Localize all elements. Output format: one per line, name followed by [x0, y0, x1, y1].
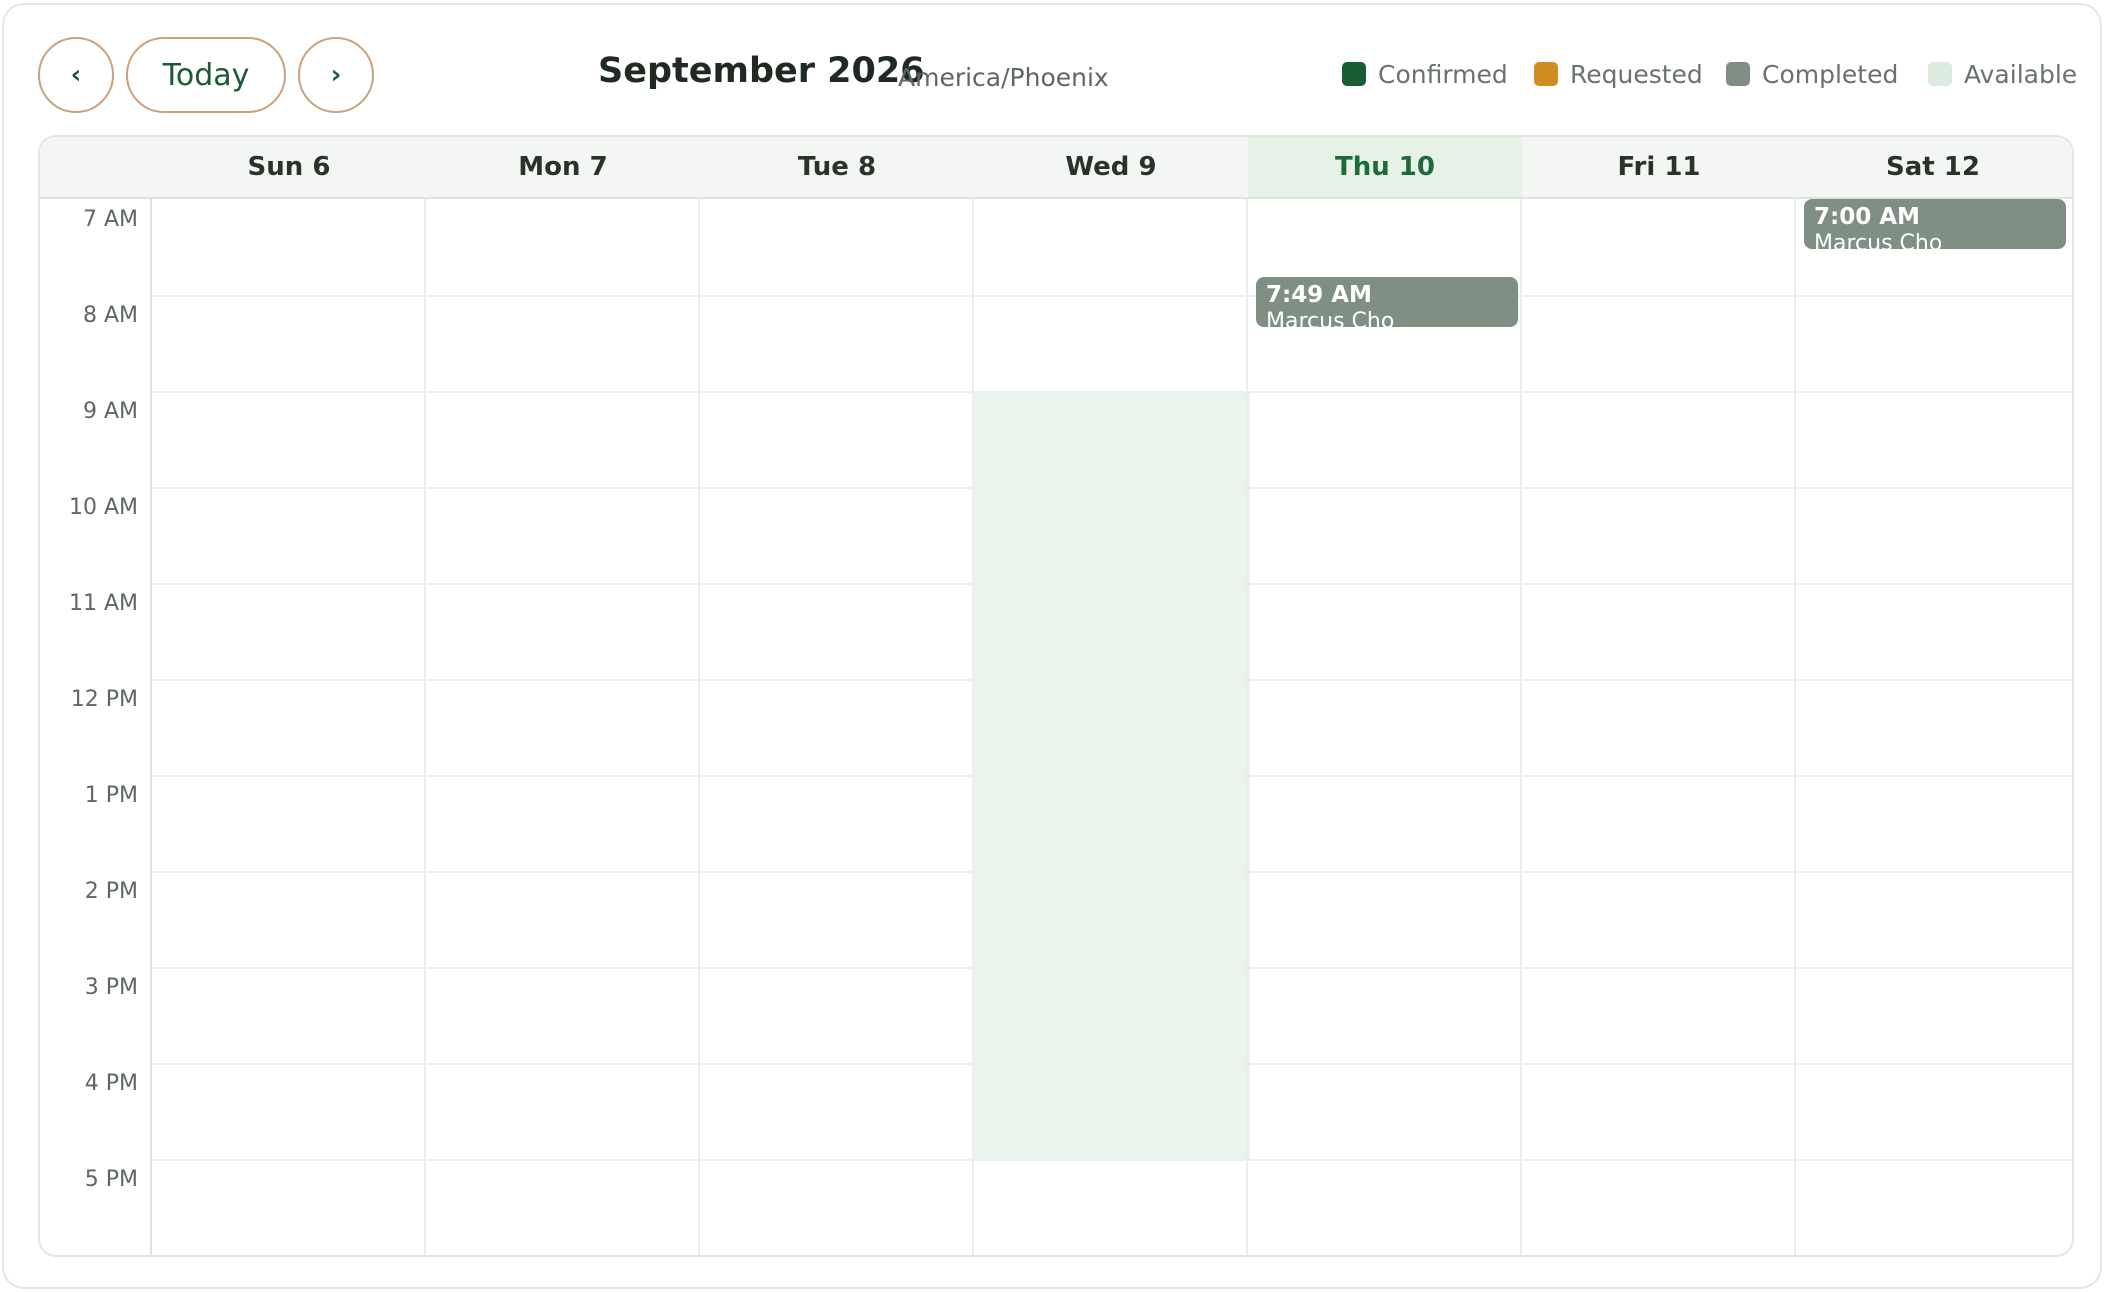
timezone-label: America/Phoenix [898, 63, 1109, 92]
hour-label: 12 PM [70, 687, 138, 712]
time-grid: 7 AM 8 AM 9 AM 10 AM 11 AM 12 PM 1 PM 2 PM 3 PM 4… [40, 199, 2072, 1255]
hour-label: 9 AM [82, 399, 138, 424]
hour-label: 2 PM [84, 879, 138, 904]
hour-divider [152, 871, 2072, 873]
hour-divider [152, 967, 2072, 969]
day-header-sat: Sat 12 [1886, 152, 1980, 182]
hour-divider [152, 775, 2072, 777]
day-header-tue: Tue 8 [797, 152, 877, 182]
day-column-sat[interactable] [1796, 199, 2070, 1255]
day-column-fri[interactable] [1522, 199, 1796, 1255]
hour-divider [152, 1063, 2072, 1065]
next-week-button[interactable]: › [298, 37, 374, 113]
day-header-mon: Mon 7 [518, 152, 608, 182]
day-column-tue[interactable] [700, 199, 974, 1255]
day-header-fri: Fri 11 [1617, 152, 1701, 182]
hour-divider [152, 487, 2072, 489]
hour-label: 7 AM [82, 207, 138, 232]
legend-confirmed-swatch [1342, 62, 1366, 86]
hour-label: 8 AM [82, 303, 138, 328]
calendar-title: September 2026 [598, 51, 925, 91]
appointment-event[interactable]: 7:49 AM Marcus Cho [1256, 277, 1518, 328]
appointment-event[interactable]: 7:00 AM Marcus Cho [1804, 199, 2066, 249]
legend-label: Requested [1570, 59, 1703, 89]
hour-divider [152, 679, 2072, 681]
event-time: 7:00 AM [1814, 204, 1920, 230]
event-client-name: Marcus Cho [1266, 309, 1395, 328]
hour-label: 11 AM [68, 591, 138, 616]
calendar-card: ‹ Today › September 2026 America/Phoenix… [2, 3, 2102, 1289]
day-column-thu[interactable] [1248, 199, 1522, 1255]
legend-completed-swatch [1726, 62, 1750, 86]
previous-week-button[interactable]: ‹ [38, 37, 114, 113]
hour-divider [152, 391, 2072, 393]
day-header-sun: Sun 6 [247, 152, 331, 182]
day-column-mon[interactable] [426, 199, 700, 1255]
legend-confirmed: Confirmed [1342, 59, 1508, 89]
hour-label: 5 PM [84, 1167, 138, 1192]
legend-available-swatch [1928, 62, 1952, 86]
day-header-thu: Thu 10 [1248, 137, 1522, 197]
time-gutter: 7 AM 8 AM 9 AM 10 AM 11 AM 12 PM 1 PM 2 PM 3 PM 4… [40, 199, 152, 1255]
hour-divider [152, 1159, 2072, 1161]
hour-label: 4 PM [84, 1071, 138, 1096]
day-header-row: Sun 6 Mon 7 Tue 8 Wed 9 Thu 10 Fri 11 Sa… [40, 137, 2072, 199]
legend-label: Completed [1762, 59, 1899, 89]
day-header-wed: Wed 9 [1065, 152, 1157, 182]
legend-available: Available [1928, 59, 2077, 89]
hour-divider [152, 583, 2072, 585]
event-time: 7:49 AM [1266, 282, 1372, 309]
day-column-wed[interactable] [974, 199, 1248, 1255]
event-client-name: Marcus Cho [1814, 231, 1943, 249]
hour-label: 3 PM [84, 975, 138, 1000]
hour-divider [152, 295, 2072, 297]
day-column-sun[interactable] [152, 199, 426, 1255]
legend-requested: Requested [1534, 59, 1703, 89]
hour-label: 10 AM [68, 495, 138, 520]
today-button[interactable]: Today [126, 37, 286, 113]
legend-completed: Completed [1726, 59, 1898, 89]
legend-requested-swatch [1534, 62, 1558, 86]
legend-label: Confirmed [1378, 59, 1508, 89]
week-grid: Sun 6 Mon 7 Tue 8 Wed 9 Thu 10 Fri 11 Sa… [38, 135, 2074, 1257]
hour-label: 1 PM [84, 783, 138, 808]
legend-label: Available [1964, 59, 2078, 89]
